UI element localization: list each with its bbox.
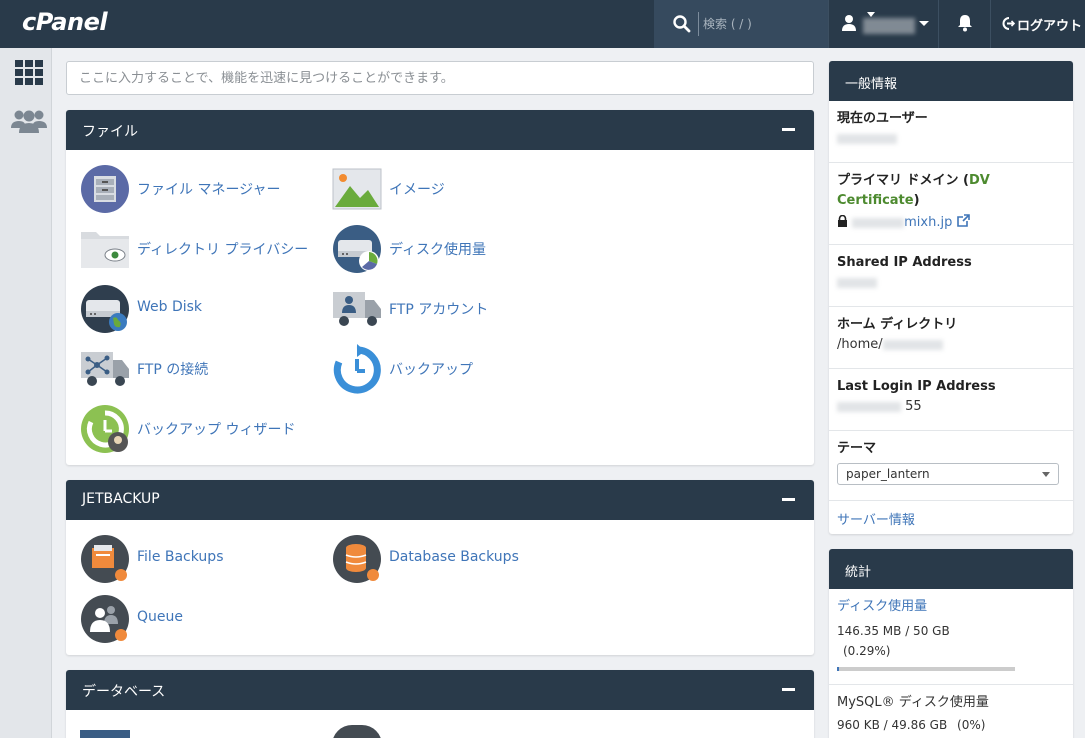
current-user-redacted xyxy=(837,133,897,144)
mysql-usage-stat: MySQL® ディスク使用量 960 KB / 49.86 GB (0%) xyxy=(829,685,1073,738)
user-menu[interactable] xyxy=(828,0,938,48)
images-label: イメージ xyxy=(389,182,445,198)
backup-label: バックアップ xyxy=(389,362,473,378)
disk-usage-stat-value: 146.35 MB / 50 GB xyxy=(837,624,950,638)
general-info-panel: 一般情報 現在のユーザー プライマリ ドメイン (DV Certificate)… xyxy=(829,61,1073,534)
database-panel-title: データベース xyxy=(82,684,166,700)
mysql-database-icon[interactable] xyxy=(332,725,382,738)
cpanel-logo[interactable]: cPanel xyxy=(22,8,108,36)
current-user-row: 現在のユーザー xyxy=(829,101,1073,163)
folder-eye-icon xyxy=(81,232,129,268)
backup-wizard-icon xyxy=(81,405,129,453)
theme-label: テーマ xyxy=(837,441,877,456)
database-panel: データベース xyxy=(66,670,814,738)
last-login-row: Last Login IP Address 55 xyxy=(829,369,1073,431)
files-panel: ファイル ファイル マネージャー イメージ ディレクトリ プライバシー ディスク… xyxy=(66,110,814,465)
home-dir-redacted xyxy=(882,339,943,350)
home-dir-row: ホーム ディレクトリ /home/ xyxy=(829,307,1073,369)
collapse-icon[interactable] xyxy=(782,498,795,501)
user-icon xyxy=(842,15,856,31)
primary-domain-value[interactable]: mixh.jp xyxy=(904,215,952,230)
mysql-usage-percent: (0%) xyxy=(957,718,986,732)
ftp-account-icon xyxy=(333,292,381,326)
jetbackup-panel-header[interactable]: JETBACKUP xyxy=(66,480,814,520)
shared-ip-row: Shared IP Address xyxy=(829,245,1073,307)
top-bar: cPanel ログアウト xyxy=(0,0,1085,48)
feature-search-input[interactable] xyxy=(66,61,814,95)
left-rail xyxy=(0,48,52,738)
database-backups-icon xyxy=(333,535,381,583)
stats-panel: 統計 ディスク使用量 146.35 MB / 50 GB (0.29%) MyS… xyxy=(829,549,1073,738)
logout-icon xyxy=(1002,17,1015,30)
external-link-icon[interactable] xyxy=(956,214,970,227)
shared-ip-redacted xyxy=(837,277,877,288)
users-group-icon[interactable] xyxy=(11,108,47,134)
header-search xyxy=(654,0,828,48)
logout-button[interactable]: ログアウト xyxy=(990,0,1085,48)
theme-select-value: paper_lantern xyxy=(846,467,930,481)
file-backups-label: File Backups xyxy=(137,549,224,565)
domain-redacted xyxy=(852,217,905,228)
mysql-usage-label: MySQL® ディスク使用量 xyxy=(837,695,989,710)
chevron-down-icon xyxy=(919,21,929,26)
jetbackup-panel-title: JETBACKUP xyxy=(82,491,160,507)
home-dir-value: /home/ xyxy=(837,337,883,352)
ftp-accounts-label: FTP アカウント xyxy=(389,302,489,318)
notifications-button[interactable] xyxy=(938,0,990,48)
disk-usage-icon xyxy=(333,225,381,273)
ftp-connections-label: FTP の接続 xyxy=(137,362,209,378)
file-backups-icon xyxy=(81,535,129,583)
image-icon xyxy=(332,168,382,210)
current-user-label: 現在のユーザー xyxy=(837,111,928,126)
ftp-connections-icon xyxy=(81,352,129,386)
jetbackup-panel: JETBACKUP File Backups Database Backups xyxy=(66,480,814,655)
notification-caret-icon xyxy=(867,12,875,17)
queue-icon xyxy=(81,595,129,643)
disk-usage-stat-percent: (0.29%) xyxy=(843,644,891,658)
logout-label: ログアウト xyxy=(1017,19,1083,34)
phpmyadmin-icon[interactable] xyxy=(80,730,130,738)
disk-usage-label: ディスク使用量 xyxy=(389,242,487,258)
backup-icon xyxy=(333,344,381,394)
database-panel-header[interactable]: データベース xyxy=(66,670,814,710)
search-icon[interactable] xyxy=(672,14,692,34)
general-info-title: 一般情報 xyxy=(829,61,1073,101)
stats-title: 統計 xyxy=(829,549,1073,589)
disk-usage-progress xyxy=(837,667,1015,671)
disk-usage-progress-fill xyxy=(837,667,839,671)
file-manager-icon xyxy=(81,165,129,213)
shared-ip-label: Shared IP Address xyxy=(837,255,972,270)
server-info-link[interactable]: サーバー情報 xyxy=(837,513,915,528)
theme-row: テーマ paper_lantern xyxy=(829,431,1073,501)
directory-privacy-label: ディレクトリ プライバシー xyxy=(137,242,309,258)
chevron-down-icon xyxy=(1042,472,1050,477)
server-info-row: サーバー情報 xyxy=(829,501,1073,534)
backup-wizard-label: バックアップ ウィザード xyxy=(137,422,296,438)
home-dir-label: ホーム ディレクトリ xyxy=(837,317,958,332)
files-panel-title: ファイル xyxy=(82,124,138,140)
last-login-label: Last Login IP Address xyxy=(837,379,996,394)
web-disk-label: Web Disk xyxy=(137,299,203,315)
mysql-usage-value: 960 KB / 49.86 GB xyxy=(837,718,948,732)
bell-icon xyxy=(958,15,972,32)
username-redacted xyxy=(863,18,915,34)
last-login-value: 55 xyxy=(905,399,922,414)
files-panel-header[interactable]: ファイル xyxy=(66,110,814,150)
lock-icon xyxy=(838,214,847,227)
file-manager-label: ファイル マネージャー xyxy=(137,182,281,198)
database-backups-label: Database Backups xyxy=(389,549,519,565)
queue-label: Queue xyxy=(137,609,183,625)
primary-domain-row: プライマリ ドメイン (DV Certificate) mixh.jp xyxy=(829,163,1073,245)
primary-domain-label: プライマリ ドメイン xyxy=(837,173,959,188)
last-login-redacted xyxy=(837,401,901,412)
header-search-input[interactable] xyxy=(698,12,818,36)
theme-select[interactable]: paper_lantern xyxy=(837,463,1059,485)
web-disk-icon xyxy=(81,285,129,333)
collapse-icon[interactable] xyxy=(782,128,795,131)
tools-grid-icon[interactable] xyxy=(15,60,43,86)
disk-usage-stat-link[interactable]: ディスク使用量 xyxy=(837,597,1065,617)
collapse-icon[interactable] xyxy=(782,688,795,691)
disk-usage-stat: ディスク使用量 146.35 MB / 50 GB (0.29%) xyxy=(829,589,1073,685)
